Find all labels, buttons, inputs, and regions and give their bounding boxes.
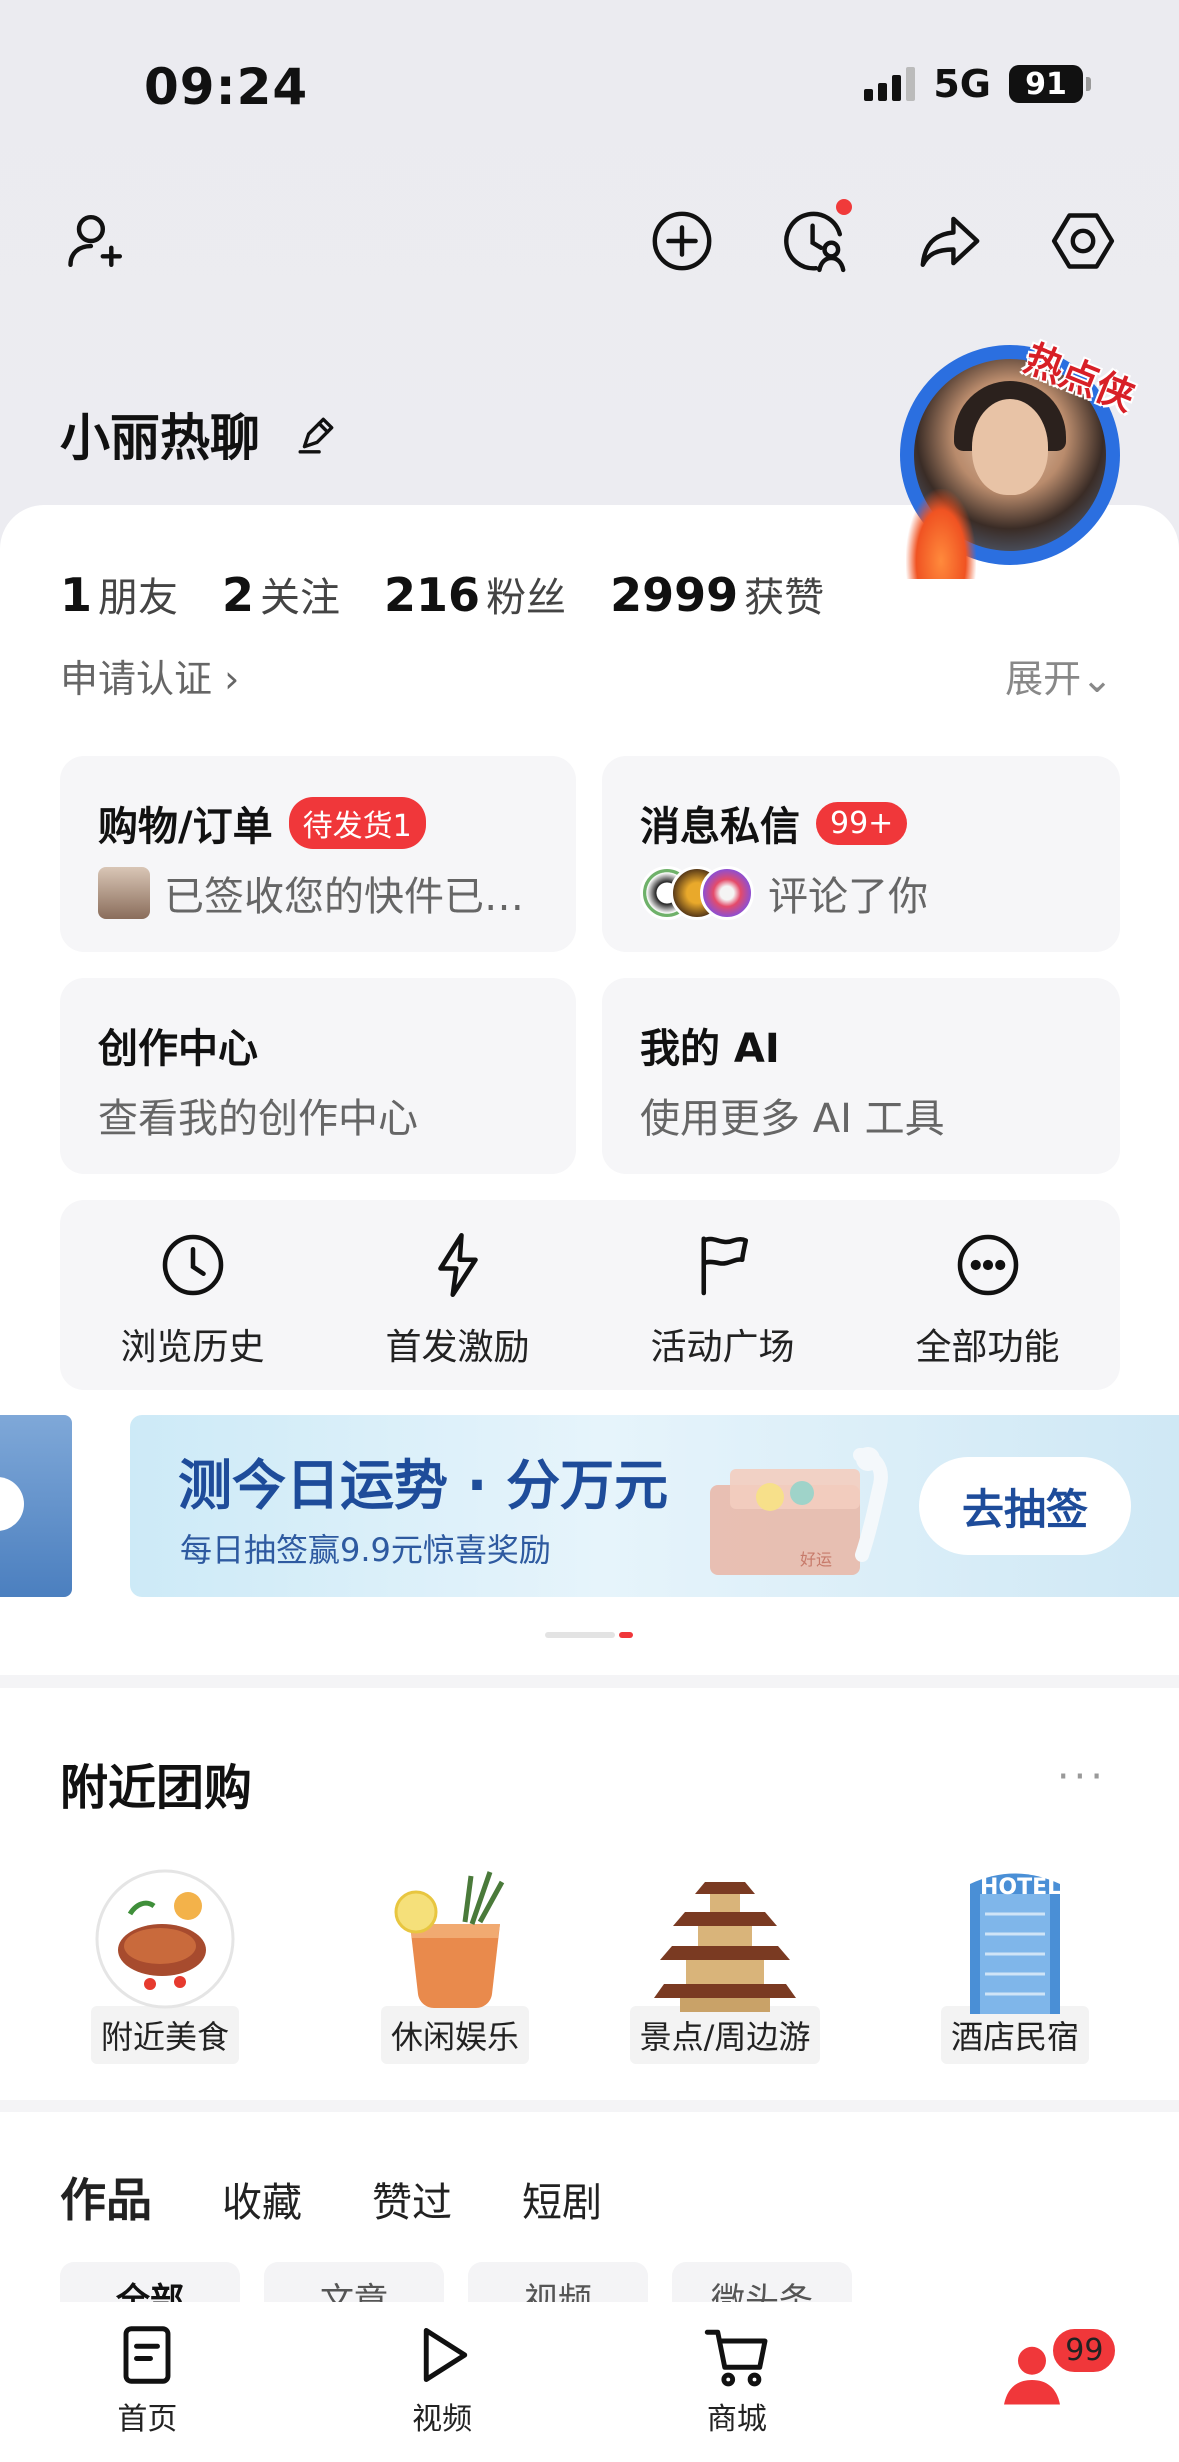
- lottery-box-illustration: 好运: [710, 1447, 888, 1575]
- nearby-food[interactable]: 附近美食: [80, 1864, 250, 2064]
- pagination-dot-active: [619, 1632, 633, 1638]
- flag-icon: [700, 1236, 748, 1296]
- nav-mall[interactable]: 商城: [590, 2302, 885, 2462]
- clock-icon: [162, 1234, 223, 1296]
- share-icon[interactable]: [914, 205, 986, 277]
- stat-friends[interactable]: 1 朋友: [60, 565, 178, 623]
- nickname-row: 小丽热聊: [60, 398, 338, 470]
- flame-icon: [906, 489, 976, 579]
- nickname: 小丽热聊: [60, 409, 260, 467]
- message-badge: 99+: [816, 801, 908, 845]
- status-indicators: 5G 91: [864, 62, 1091, 106]
- add-friend-icon[interactable]: [60, 205, 132, 277]
- fortune-banner[interactable]: 测今日运势 · 分万元 每日抽签赢9.9元惊喜奖励 好运 去抽签: [130, 1415, 1179, 1597]
- pagoda-icon: [654, 1882, 796, 2012]
- tile-subtitle: 评论了你: [768, 874, 928, 920]
- bottom-navigation: 首页 视频 商城 99: [0, 2302, 1179, 2462]
- steak-plate-icon: [95, 1869, 235, 2009]
- messages-tile[interactable]: 消息私信 99+ 评论了你: [602, 756, 1120, 952]
- order-thumbnail: [98, 867, 150, 919]
- my-ai-tile[interactable]: 我的 AI 使用更多 AI 工具: [602, 978, 1120, 1174]
- tab-short-dramas[interactable]: 短剧: [522, 2170, 602, 2228]
- stat-following[interactable]: 2 关注: [222, 565, 340, 623]
- cocktail-icon: [394, 1871, 505, 2008]
- apply-verification-link[interactable]: 申请认证 ›: [60, 648, 239, 703]
- visitor-history-icon[interactable]: [780, 199, 852, 277]
- status-time: 09:24: [144, 58, 309, 116]
- stat-likes[interactable]: 2999 获赞: [610, 565, 824, 623]
- tile-title: 消息私信: [640, 804, 800, 850]
- history-button[interactable]: 浏览历史: [60, 1200, 325, 1390]
- avatar[interactable]: 热点侠: [900, 336, 1141, 579]
- settings-icon[interactable]: [1047, 205, 1119, 277]
- section-title: 附近团购: [60, 1760, 253, 1816]
- nearby-group-buy-section: 附近团购 ··· 附近美食 休闲娱乐 景点/周边游 HOTEL 酒店民宿: [0, 1688, 1179, 2100]
- signal-icon: [864, 67, 916, 101]
- tab-liked[interactable]: 赞过: [372, 2170, 452, 2228]
- activity-square-button[interactable]: 活动广场: [590, 1200, 855, 1390]
- creator-center-tile[interactable]: 创作中心 查看我的创作中心: [60, 978, 576, 1174]
- quick-actions: 浏览历史 首发激励 活动广场 全部功能: [60, 1200, 1120, 1390]
- nav-video[interactable]: 视频: [295, 2302, 590, 2462]
- tab-favorites[interactable]: 收藏: [222, 2170, 302, 2228]
- tile-subtitle: 使用更多 AI 工具: [640, 1096, 945, 1142]
- tile-title: 我的 AI: [640, 1026, 780, 1072]
- first-release-incentive-button[interactable]: 首发激励: [325, 1200, 590, 1390]
- stat-fans[interactable]: 216 粉丝: [384, 565, 566, 623]
- svg-text:好运: 好运: [800, 1550, 832, 1569]
- scenic-spots[interactable]: 景点/周边游: [629, 1864, 821, 2064]
- me-badge: 99: [1050, 2326, 1119, 2375]
- banner-title: 测今日运势 · 分万元: [178, 1454, 669, 1517]
- all-features-button[interactable]: 全部功能: [855, 1200, 1120, 1390]
- previous-banner[interactable]: [0, 1415, 72, 1597]
- shopping-orders-tile[interactable]: 购物/订单 待发货1 已签收您的快件已…: [60, 756, 576, 952]
- nav-home[interactable]: 首页: [0, 2302, 295, 2462]
- more-icon: [957, 1234, 1018, 1296]
- more-options-icon[interactable]: ···: [1057, 1754, 1107, 1800]
- banner-subtitle: 每日抽签赢9.9元惊喜奖励: [180, 1531, 551, 1569]
- home-doc-icon: [123, 2326, 171, 2384]
- add-circle-icon[interactable]: [646, 205, 718, 277]
- works-tabs: 作品 收藏 赞过 短剧: [60, 2164, 602, 2230]
- play-icon: [423, 2328, 468, 2382]
- expand-button[interactable]: 展开⌄: [1005, 648, 1113, 703]
- tile-title: 购物/订单: [98, 804, 273, 850]
- user-avatar: [700, 866, 754, 920]
- nav-me[interactable]: 99: [884, 2302, 1179, 2462]
- pagination-dot: [545, 1632, 615, 1638]
- battery-icon: 91: [1009, 65, 1091, 103]
- hotel-building-icon: HOTEL: [970, 1873, 1061, 2014]
- tile-subtitle: 查看我的创作中心: [98, 1096, 418, 1142]
- network-type: 5G: [933, 62, 991, 106]
- edit-icon[interactable]: [296, 413, 338, 455]
- tile-subtitle: 已签收您的快件已…: [164, 874, 524, 920]
- draw-lot-button[interactable]: 去抽签: [919, 1457, 1131, 1555]
- hotels-homestays[interactable]: HOTEL 酒店民宿: [930, 1864, 1100, 2064]
- notification-dot: [836, 199, 852, 215]
- leisure-entertainment[interactable]: 休闲娱乐: [370, 1864, 540, 2064]
- svg-text:HOTEL: HOTEL: [980, 1875, 1061, 1900]
- banner-pagination: [545, 1632, 633, 1638]
- pending-badge: 待发货1: [288, 797, 426, 849]
- cart-icon: [704, 2329, 768, 2387]
- stats-row: 1 朋友 2 关注 216 粉丝 2999 获赞: [60, 565, 824, 623]
- tile-title: 创作中心: [98, 1026, 258, 1072]
- tab-works[interactable]: 作品: [60, 2164, 152, 2230]
- lightning-icon: [437, 1232, 478, 1298]
